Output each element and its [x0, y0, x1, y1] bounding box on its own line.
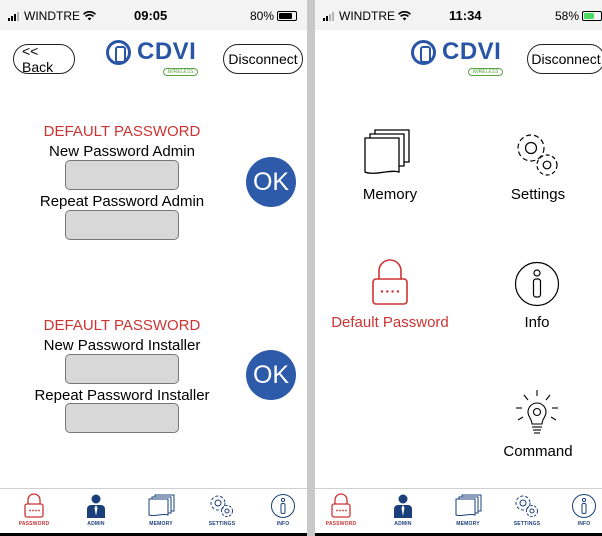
tab-info[interactable]: INFO	[559, 493, 602, 527]
tab-info[interactable]: INFO	[258, 493, 307, 527]
new-password-installer-label: New Password Installer	[43, 337, 201, 354]
tab-password-label: PASSWORD	[18, 521, 50, 527]
repeat-password-admin-label: Repeat Password Admin	[39, 193, 205, 210]
new-password-admin-field[interactable]	[65, 160, 179, 190]
cdvi-logo: CDVI WIRELESS	[411, 38, 504, 76]
padlock-icon	[24, 493, 44, 518]
disconnect-button[interactable]: Disconnect	[223, 44, 303, 74]
new-password-admin-label: New Password Admin	[49, 143, 195, 160]
installer-section-heading: DEFAULT PASSWORD	[43, 317, 201, 334]
repeat-password-installer-label: Repeat Password Installer	[34, 387, 210, 404]
signal-icon	[8, 11, 19, 21]
stacked-documents-icon	[364, 129, 410, 174]
tab-admin[interactable]: ADMIN	[378, 493, 428, 527]
tab-admin[interactable]: ADMIN	[71, 493, 121, 527]
cdvi-logo-mark	[411, 39, 436, 65]
cdvi-logo: CDVI WIRELESS	[106, 38, 199, 76]
new-password-installer-field[interactable]	[65, 354, 179, 384]
admin-section-heading: DEFAULT PASSWORD	[43, 123, 201, 140]
person-icon	[394, 494, 412, 518]
repeat-password-admin-field[interactable]	[65, 210, 179, 240]
status-bar: WINDTRE 11:34 58%	[315, 0, 602, 30]
info-label: Info	[524, 314, 550, 331]
tab-password[interactable]: PASSWORD	[316, 493, 366, 527]
padlock-icon	[372, 259, 408, 305]
phone-screen-password: WINDTRE 09:05 80% << Back CDVI WIRELESS …	[0, 0, 307, 536]
gears-icon	[515, 495, 538, 517]
tab-admin-label: ADMIN	[87, 521, 105, 527]
command-label: Command	[503, 443, 573, 460]
signal-icon	[323, 11, 334, 21]
tab-info-label: INFO	[276, 521, 290, 527]
wifi-icon	[83, 11, 96, 21]
status-time: 11:34	[449, 8, 482, 23]
tab-memory-label: MEMORY	[456, 521, 480, 527]
lightbulb-icon	[516, 390, 558, 434]
info-icon	[514, 261, 560, 307]
battery-status: 80%	[250, 9, 297, 23]
tab-password[interactable]: PASSWORD	[9, 493, 59, 527]
battery-icon	[277, 11, 297, 21]
installer-ok-button[interactable]: OK	[246, 350, 296, 400]
tab-memory[interactable]: MEMORY	[443, 493, 493, 527]
carrier-name: WINDTRE	[24, 9, 80, 23]
battery-status: 58%	[555, 9, 602, 23]
bottom-tab-bar: PASSWORD ADMIN MEMORY SETTINGS INFO	[0, 488, 307, 536]
admin-ok-button[interactable]: OK	[246, 157, 296, 207]
carrier-name: WINDTRE	[339, 9, 395, 23]
stacked-documents-icon	[148, 494, 175, 517]
padlock-icon	[331, 493, 351, 518]
default-password-label: Default Password	[331, 314, 449, 331]
repeat-password-installer-field[interactable]	[65, 403, 179, 433]
carrier: WINDTRE	[323, 9, 411, 23]
disconnect-button[interactable]: Disconnect	[527, 44, 602, 74]
phone-screen-menu: WINDTRE 11:34 58% CDVI WIRELESS Disconne…	[315, 0, 602, 536]
tab-settings[interactable]: SETTINGS	[197, 493, 247, 527]
tab-memory[interactable]: MEMORY	[136, 493, 186, 527]
cdvi-logo-mark	[106, 39, 131, 65]
back-button[interactable]: << Back	[13, 43, 75, 75]
gears-icon	[517, 134, 558, 176]
tab-settings-label: SETTINGS	[208, 521, 236, 527]
battery-icon	[582, 11, 602, 21]
status-time: 09:05	[134, 8, 168, 23]
tab-info-label: INFO	[577, 521, 591, 527]
gears-icon	[210, 495, 233, 517]
status-bar: WINDTRE 09:05 80%	[0, 0, 307, 30]
wifi-icon	[398, 11, 411, 21]
settings-label: Settings	[510, 186, 566, 203]
info-icon	[572, 494, 596, 518]
info-icon	[271, 494, 295, 518]
battery-percent: 80%	[249, 9, 274, 23]
person-icon	[87, 494, 105, 518]
tab-memory-label: MEMORY	[149, 521, 173, 527]
tab-password-label: PASSWORD	[325, 521, 357, 527]
battery-percent: 58%	[554, 9, 579, 23]
memory-label: Memory	[362, 186, 418, 203]
stacked-documents-icon	[455, 494, 482, 517]
carrier: WINDTRE	[8, 9, 96, 23]
bottom-tab-bar: PASSWORD ADMIN MEMORY SETTINGS INFO	[315, 488, 602, 536]
tab-settings-label: SETTINGS	[513, 521, 541, 527]
tab-admin-label: ADMIN	[394, 521, 412, 527]
tab-settings[interactable]: SETTINGS	[502, 493, 552, 527]
